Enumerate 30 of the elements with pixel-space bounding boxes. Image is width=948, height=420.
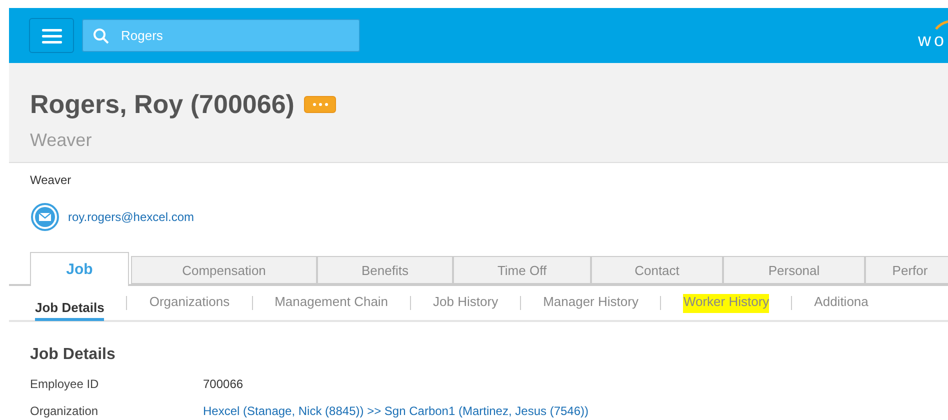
search-field[interactable]: Rogers xyxy=(82,19,360,52)
subtab[interactable]: Management Chain xyxy=(274,294,388,312)
tab[interactable]: Compensation xyxy=(131,256,317,284)
subtab[interactable]: Job Details xyxy=(35,291,104,321)
menu-button[interactable] xyxy=(29,18,74,53)
field-label: Organization xyxy=(30,404,100,418)
email-icon[interactable] xyxy=(30,202,60,232)
tab[interactable]: Job xyxy=(30,252,129,286)
search-icon xyxy=(93,28,109,44)
subtab[interactable]: Additiona xyxy=(814,294,868,312)
job-title: Weaver xyxy=(30,130,93,151)
email-link[interactable]: roy.rogers@hexcel.com xyxy=(68,210,194,224)
tab[interactable]: Contact xyxy=(591,256,723,284)
section-title: Job Details xyxy=(30,346,116,364)
more-actions-button[interactable] xyxy=(304,96,336,113)
tab[interactable]: Benefits xyxy=(317,256,453,284)
field-value: 700066 xyxy=(203,376,244,390)
field-link[interactable]: Hexcel (Stanage, Nick (8845)) >> Sgn Carbon1 (Martinez, Jesus (7546)) xyxy=(203,404,948,418)
field-label: Employee ID xyxy=(30,376,100,390)
tab[interactable]: Time Off xyxy=(453,256,591,284)
subtab[interactable]: Worker History xyxy=(683,294,770,312)
worker-name: Rogers, Roy (700066) xyxy=(30,89,294,120)
logo: wo xyxy=(918,30,947,51)
tab[interactable]: Perfor xyxy=(865,256,948,284)
subtab[interactable]: Job History xyxy=(433,294,498,312)
tab[interactable]: Personal xyxy=(723,256,865,284)
menu-icon xyxy=(42,28,62,44)
subtab[interactable]: Organizations xyxy=(149,294,230,312)
position-text: Weaver xyxy=(30,173,72,187)
subtab[interactable]: Manager History xyxy=(543,294,638,312)
